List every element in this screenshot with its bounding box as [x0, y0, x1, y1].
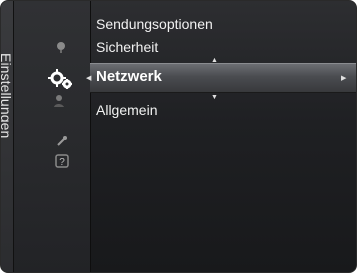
up-arrow-icon: ▲	[211, 57, 218, 64]
menu-item-sendungsoptionen[interactable]: Sendungsoptionen	[96, 13, 351, 35]
right-arrow-icon[interactable]: ▶	[341, 75, 346, 82]
selected-menu-label: Netzwerk	[96, 68, 162, 85]
settings-tab-label: Einstellungen	[0, 53, 14, 139]
svg-text:?: ?	[59, 157, 65, 168]
tool-icon[interactable]	[55, 134, 69, 148]
gear-icon[interactable]	[45, 66, 75, 92]
left-arrow-icon[interactable]: ◀	[86, 75, 91, 82]
menu-item-sicherheit[interactable]: Sicherheit	[96, 36, 351, 58]
settings-screen: Einstellungen ? Sendungsoptionen Sicherh…	[0, 0, 357, 273]
help-icon[interactable]: ?	[55, 154, 69, 168]
mic-icon[interactable]	[54, 40, 68, 54]
icon-column	[14, 1, 91, 272]
person-icon[interactable]	[53, 93, 69, 109]
menu-item-allgemein[interactable]: Allgemein	[96, 99, 351, 121]
